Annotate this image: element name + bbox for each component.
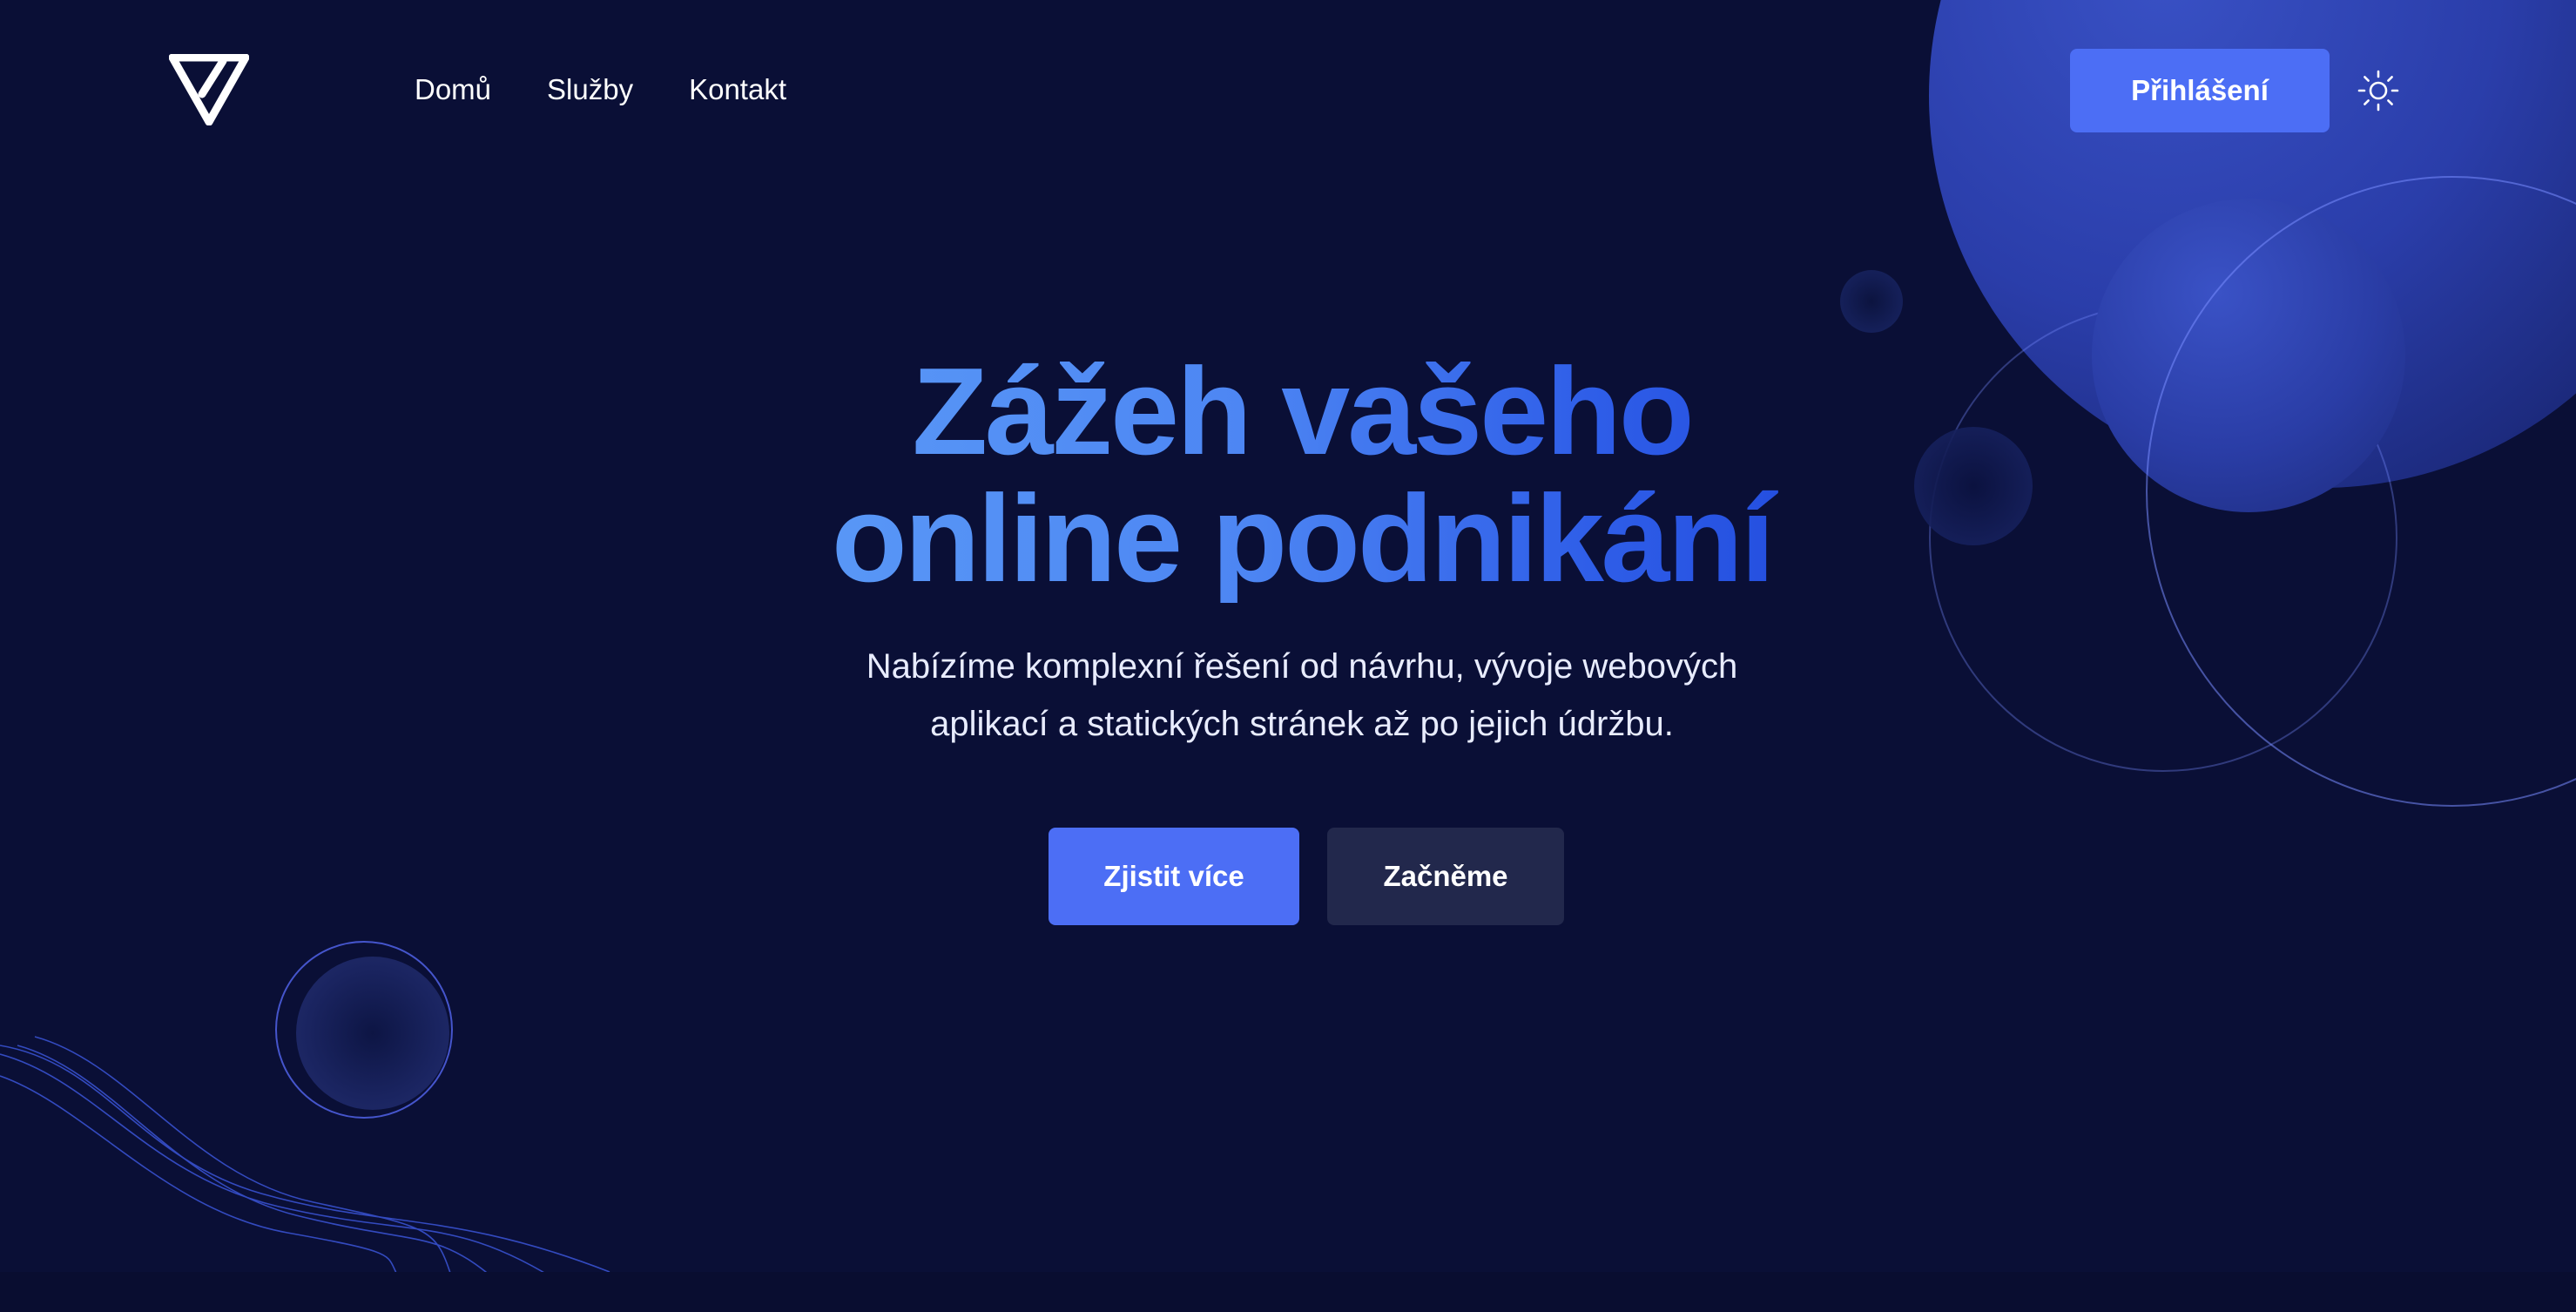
decorative-wave-lines <box>0 1036 610 1282</box>
nav-item-services[interactable]: Služby <box>547 68 633 112</box>
triangle-v-logo-icon <box>168 53 250 126</box>
learn-more-button[interactable]: Zjistit více <box>1049 828 1299 925</box>
get-started-button[interactable]: Začněme <box>1327 828 1564 925</box>
site-logo[interactable] <box>168 53 250 126</box>
bottom-section-edge <box>0 1272 2576 1312</box>
hero-section: Zážeh vašeho online podnikání Nabízíme k… <box>0 348 2576 753</box>
decorative-ring <box>275 941 453 1119</box>
sun-icon <box>2357 70 2399 112</box>
login-button[interactable]: Přihlášení <box>2070 49 2330 132</box>
nav-item-contact[interactable]: Kontakt <box>689 68 786 112</box>
hero-subtitle-line: aplikací a statických stránek až po jeji… <box>930 705 1674 743</box>
hero-title-line: online podnikání <box>831 470 1773 608</box>
main-nav: Domů Služby Kontakt <box>415 68 786 112</box>
hero-title: Zážeh vašeho online podnikání <box>727 348 1877 603</box>
nav-item-home[interactable]: Domů <box>415 68 491 112</box>
decorative-orb <box>296 957 449 1110</box>
hero-subtitle: Nabízíme komplexní řešení od návrhu, výv… <box>779 638 1824 753</box>
site-header: Domů Služby Kontakt Přihlášení <box>0 0 2576 183</box>
decorative-small-orb <box>1840 270 1903 333</box>
hero-actions: Zjistit více Začněme <box>1049 828 1564 925</box>
hero-subtitle-line: Nabízíme komplexní řešení od návrhu, výv… <box>866 647 1738 686</box>
theme-toggle-button[interactable] <box>2357 69 2400 112</box>
hero-title-line: Zážeh vašeho <box>912 342 1692 481</box>
landing-page: Domů Služby Kontakt Přihlášení Zážeh vaš… <box>0 0 2576 1312</box>
